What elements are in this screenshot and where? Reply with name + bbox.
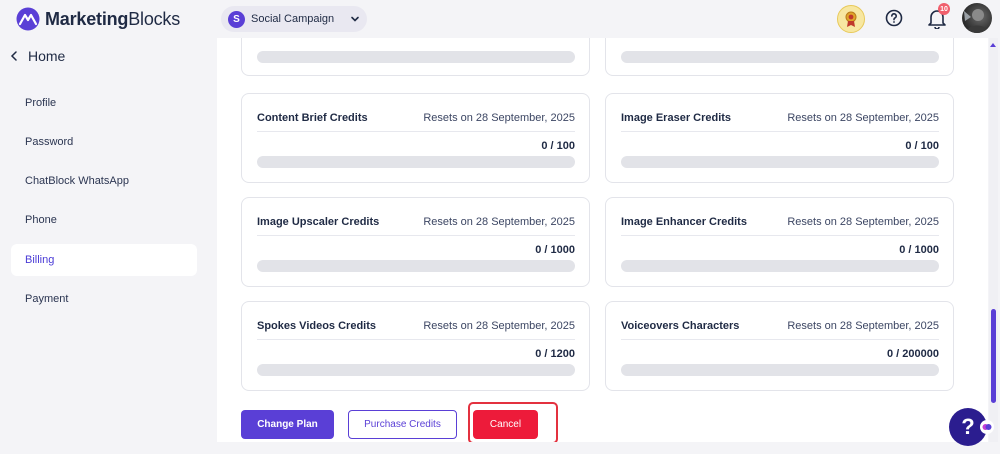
credit-card-image-upscaler: Image Upscaler Credits Resets on 28 Sept… (241, 197, 590, 287)
usage-progress-bar (257, 260, 575, 272)
credit-usage: 0 / 1000 (899, 244, 939, 256)
workspace-badge: S (228, 10, 245, 28)
usage-progress-bar (257, 156, 575, 168)
usage-progress-bar (621, 260, 939, 272)
credit-usage: 0 / 100 (541, 140, 575, 152)
credit-card-image-enhancer: Image Enhancer Credits Resets on 28 Sept… (605, 197, 954, 287)
scrollbar-thumb[interactable] (991, 309, 996, 403)
logo-icon (16, 7, 40, 31)
credit-reset-date: Resets on 28 September, 2025 (423, 320, 575, 332)
workspace-name: Social Campaign (251, 13, 335, 25)
credit-title: Image Upscaler Credits (257, 216, 380, 228)
back-home-label: Home (28, 48, 66, 64)
workspace-selector[interactable]: S Social Campaign (221, 6, 367, 32)
credit-title: Voiceovers Characters (621, 320, 740, 332)
sidebar-item-billing[interactable]: Billing (11, 244, 197, 276)
sidebar-item-password[interactable]: Password (11, 126, 197, 158)
app-logo[interactable]: MarketingBlocks (15, 7, 180, 31)
credit-card-spokes-videos: Spokes Videos Credits Resets on 28 Septe… (241, 301, 590, 391)
change-plan-button[interactable]: Change Plan (241, 410, 334, 439)
settings-sidebar: Home Profile Password ChatBlock WhatsApp… (0, 38, 210, 454)
usage-progress-bar (621, 51, 939, 63)
sidebar-item-phone[interactable]: Phone (11, 204, 197, 236)
credit-usage: 0 / 100 (905, 140, 939, 152)
brain-icon (980, 420, 994, 434)
credit-reset-date: Resets on 28 September, 2025 (787, 112, 939, 124)
divider (257, 131, 575, 132)
credit-card-partial (605, 38, 954, 76)
divider (257, 339, 575, 340)
credit-card-content-brief: Content Brief Credits Resets on 28 Septe… (241, 93, 590, 183)
sidebar-item-chatblock-whatsapp[interactable]: ChatBlock WhatsApp (11, 165, 197, 197)
credit-card-partial (241, 38, 590, 76)
top-header: MarketingBlocks S Social Campaign 10 (0, 0, 1000, 38)
notification-badge: 10 (938, 3, 950, 15)
logo-text: MarketingBlocks (45, 8, 181, 29)
credit-reset-date: Resets on 28 September, 2025 (787, 320, 939, 332)
credit-card-voiceovers: Voiceovers Characters Resets on 28 Septe… (605, 301, 954, 391)
divider (621, 235, 939, 236)
purchase-credits-button[interactable]: Purchase Credits (348, 410, 457, 439)
sidebar-item-payment[interactable]: Payment (11, 283, 197, 315)
divider (257, 235, 575, 236)
credit-usage: 0 / 200000 (887, 348, 939, 360)
divider (621, 339, 939, 340)
usage-progress-bar (621, 364, 939, 376)
credit-usage: 0 / 1200 (535, 348, 575, 360)
billing-main-panel: Content Brief Credits Resets on 28 Septe… (217, 38, 988, 442)
credit-reset-date: Resets on 28 September, 2025 (423, 216, 575, 228)
usage-progress-bar (621, 156, 939, 168)
award-icon[interactable] (837, 5, 865, 33)
avatar[interactable] (962, 3, 992, 33)
cancel-button[interactable]: Cancel (473, 410, 538, 439)
divider (621, 131, 939, 132)
credit-reset-date: Resets on 28 September, 2025 (423, 112, 575, 124)
usage-progress-bar (257, 364, 575, 376)
back-home-link[interactable]: Home (10, 48, 65, 64)
question-mark-icon: ? (961, 414, 975, 439)
scroll-up-arrow-icon[interactable] (990, 43, 996, 47)
usage-progress-bar (257, 51, 575, 63)
credit-title: Content Brief Credits (257, 112, 368, 124)
credit-reset-date: Resets on 28 September, 2025 (787, 216, 939, 228)
help-circle-icon[interactable] (885, 9, 903, 27)
credit-title: Image Eraser Credits (621, 112, 732, 124)
credit-title: Spokes Videos Credits (257, 320, 377, 332)
credit-card-image-eraser: Image Eraser Credits Resets on 28 Septem… (605, 93, 954, 183)
credit-usage: 0 / 1000 (535, 244, 575, 256)
chevron-left-icon (10, 51, 17, 61)
sidebar-item-profile[interactable]: Profile (11, 87, 197, 119)
credit-title: Image Enhancer Credits (621, 216, 747, 228)
chevron-down-icon (351, 16, 359, 22)
